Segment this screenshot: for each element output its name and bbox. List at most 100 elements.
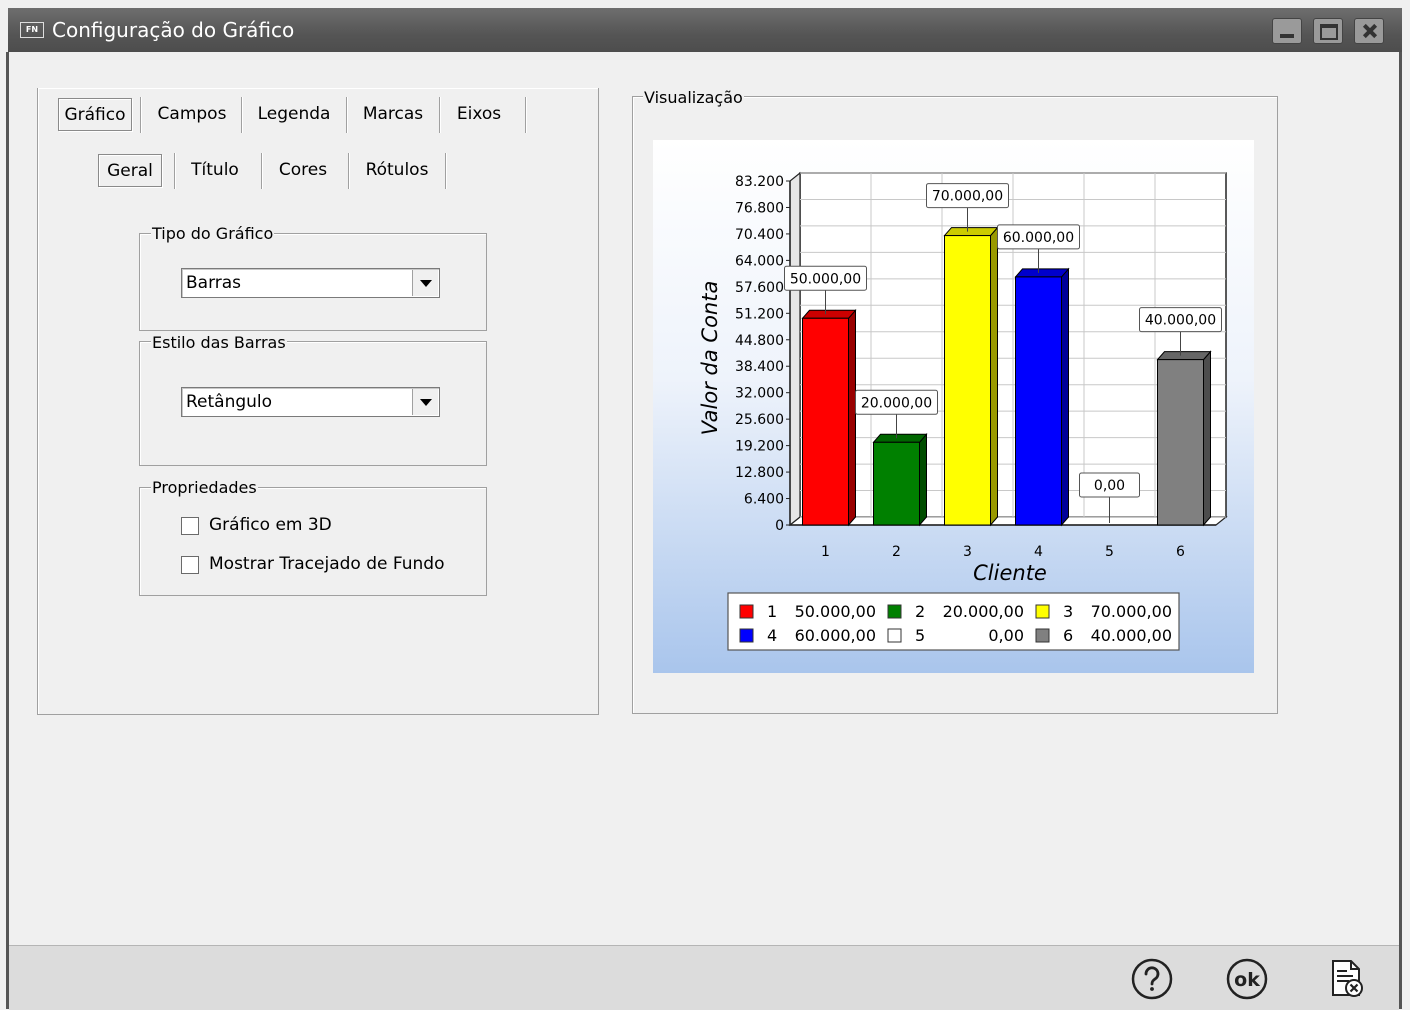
legend-name: 1: [767, 602, 777, 621]
bar: [944, 235, 991, 526]
tab-eixos[interactable]: Eixos: [446, 98, 512, 131]
tab-separator: [261, 153, 263, 189]
y-tick-label: 64.000: [735, 253, 784, 269]
legend-value: 0,00: [988, 626, 1024, 645]
data-label: 20.000,00: [861, 395, 932, 411]
chart-side-wall: [789, 171, 801, 527]
chart-type-value: Barras: [186, 273, 242, 293]
tab-separator: [525, 97, 527, 133]
tab-separator: [439, 97, 441, 133]
bar-top: [801, 309, 857, 319]
chart-preview: Valor da Conta Cliente 0 6.400 12.800 19.20…: [653, 140, 1254, 673]
legend-name: 4: [767, 626, 777, 645]
tab-marcas[interactable]: Marcas: [354, 98, 432, 131]
y-tick-label: 76.800: [735, 200, 784, 216]
y-tick-label: 32.000: [735, 386, 784, 402]
y-tick-label: 38.400: [735, 359, 784, 375]
bar-top: [1156, 351, 1212, 361]
y-tick-label: 19.200: [735, 439, 784, 455]
preview-legend: Visualização: [643, 88, 744, 107]
tab-separator: [241, 97, 243, 133]
bar-side: [990, 226, 998, 527]
bar: [873, 441, 920, 526]
y-tick-label: 0: [775, 518, 784, 534]
help-icon[interactable]: [1130, 957, 1174, 1001]
bar-side: [919, 432, 927, 527]
minimize-button[interactable]: [1272, 18, 1302, 44]
y-tick-label: 44.800: [735, 333, 784, 349]
tab-separator: [348, 153, 350, 189]
app-icon: FN: [20, 22, 44, 38]
chart-type-select[interactable]: Barras: [181, 268, 440, 298]
legend-name: 5: [915, 626, 925, 645]
checkbox-background-grid-label[interactable]: Mostrar Tracejado de Fundo: [209, 554, 444, 574]
legend-value: 70.000,00: [1091, 602, 1172, 621]
bar-side: [1203, 350, 1211, 527]
legend-swatch: [887, 628, 902, 643]
properties-legend: Propriedades: [151, 478, 258, 497]
y-tick-label: 83.200: [735, 174, 784, 190]
tab-legenda[interactable]: Legenda: [250, 98, 338, 131]
chart-legend: 1 50.000,00 2 20.000,00 3 70.000,00 4 60.000,00…: [727, 592, 1180, 651]
cancel-document-icon[interactable]: [1325, 957, 1369, 1001]
x-tick-label: 3: [963, 544, 972, 560]
chart-type-legend: Tipo do Gráfico: [151, 224, 275, 243]
bar-chart: Valor da Conta Cliente 0 6.400 12.800 19.20…: [698, 171, 1228, 651]
x-tick-label: 6: [1176, 544, 1185, 560]
tab-separator: [346, 97, 348, 133]
data-label: 50.000,00: [790, 271, 861, 287]
window-frame-right: [1399, 52, 1402, 1009]
tab-campos[interactable]: Campos: [150, 98, 234, 131]
tab-separator: [174, 153, 176, 189]
bar-side: [1061, 267, 1069, 527]
chevron-down-icon[interactable]: [412, 389, 438, 415]
legend-value: 50.000,00: [795, 602, 876, 621]
checkbox-3d[interactable]: [181, 517, 199, 535]
legend-name: 2: [915, 602, 925, 621]
title-bar: FN Configuração do Gráfico: [8, 8, 1402, 52]
x-tick-label: 4: [1034, 544, 1043, 560]
window-title: Configuração do Gráfico: [52, 18, 295, 42]
ok-icon[interactable]: ok: [1225, 957, 1269, 1001]
y-tick-label: 25.600: [735, 412, 784, 428]
bar-top: [943, 227, 999, 237]
bar-style-legend: Estilo das Barras: [151, 333, 287, 352]
legend-value: 60.000,00: [795, 626, 876, 645]
legend-swatch: [887, 604, 902, 619]
checkbox-3d-label[interactable]: Gráfico em 3D: [209, 515, 332, 535]
data-label: 0,00: [1094, 478, 1125, 494]
maximize-button[interactable]: [1313, 18, 1343, 44]
legend-name: 3: [1063, 602, 1073, 621]
chevron-down-icon[interactable]: [412, 270, 438, 296]
y-tick-label: 57.600: [735, 280, 784, 296]
bar-style-select[interactable]: Retângulo: [181, 387, 440, 417]
y-axis-label: Valor da Conta: [698, 281, 722, 436]
close-button[interactable]: [1354, 18, 1384, 44]
legend-value: 20.000,00: [943, 602, 1024, 621]
checkbox-background-grid[interactable]: [181, 556, 199, 574]
x-tick-label: 2: [892, 544, 901, 560]
tab-separator: [445, 153, 447, 189]
legend-swatch: [1035, 604, 1050, 619]
tab-cores[interactable]: Cores: [270, 154, 336, 187]
y-tick-label: 51.200: [735, 306, 784, 322]
data-label: 40.000,00: [1145, 313, 1216, 329]
y-tick-label: 6.400: [744, 492, 784, 508]
bar: [1015, 276, 1062, 526]
tab-titulo[interactable]: Título: [182, 154, 248, 187]
x-tick-label: 5: [1105, 544, 1114, 560]
data-label: 60.000,00: [1003, 230, 1074, 246]
bar-top: [1014, 268, 1070, 278]
tab-separator: [140, 97, 142, 133]
x-tick-label: 1: [821, 544, 830, 560]
tab-geral[interactable]: Geral: [98, 154, 162, 187]
y-tick-label: 70.400: [735, 227, 784, 243]
legend-name: 6: [1063, 626, 1073, 645]
tab-grafico[interactable]: Gráfico: [58, 98, 132, 131]
legend-value: 40.000,00: [1091, 626, 1172, 645]
properties-group: [139, 487, 487, 596]
tab-rotulos[interactable]: Rótulos: [356, 154, 438, 187]
plot-area: 0 6.400 12.800 19.200 25.600 32.000 38.400 44.8…: [735, 171, 1228, 560]
y-tick-label: 12.800: [735, 465, 784, 481]
footer-toolbar: ok: [9, 945, 1399, 1010]
